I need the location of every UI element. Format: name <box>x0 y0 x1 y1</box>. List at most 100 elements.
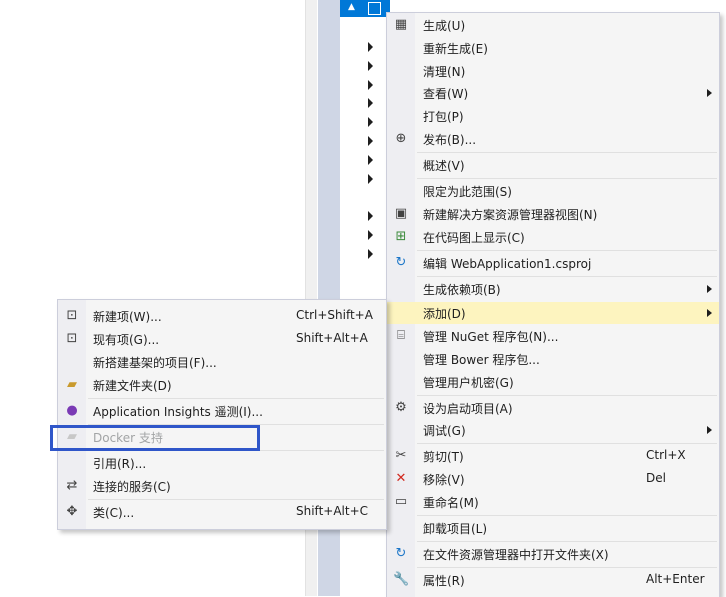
web-project-icon <box>368 2 381 15</box>
rename-icon: ▭ <box>394 494 408 509</box>
menu-item-label: 引用(R)... <box>93 457 147 471</box>
menu-separator <box>417 276 717 277</box>
submenu-item-new-scaffolded-item[interactable]: 新搭建基架的项目(F)... <box>58 351 386 373</box>
menu-item-add[interactable]: 添加(D) <box>387 302 719 324</box>
tree-collapse-arrow-icon[interactable]: ▲ <box>348 2 355 12</box>
tree-expander-icon[interactable] <box>368 174 376 184</box>
tree-expander-icon[interactable] <box>368 80 376 90</box>
menu-item-label: 在文件资源管理器中打开文件夹(X) <box>423 548 609 562</box>
menu-item-cut[interactable]: ✂ 剪切(T) Ctrl+X <box>387 445 719 467</box>
menu-item-label: 管理 Bower 程序包... <box>423 353 540 367</box>
menu-item-label: 新建解决方案资源管理器视图(N) <box>423 208 598 222</box>
menu-separator <box>88 398 384 399</box>
annotation-highlight-box <box>50 425 260 451</box>
tree-expander-icon[interactable] <box>368 211 376 221</box>
menu-item-label: 重新生成(E) <box>423 42 488 56</box>
submenu-arrow-icon <box>707 426 712 434</box>
menu-item-label: 编辑 WebApplication1.csproj <box>423 257 592 271</box>
menu-item-remove[interactable]: ✕ 移除(V) Del <box>387 468 719 490</box>
insights-bulb-icon: ● <box>66 403 78 418</box>
submenu-arrow-icon <box>707 285 712 293</box>
menu-item-label: 管理 NuGet 程序包(N)... <box>423 330 559 344</box>
menu-item-build[interactable]: ▦ 生成(U) <box>387 14 719 36</box>
menu-separator <box>417 515 717 516</box>
tree-expander-icon[interactable] <box>368 249 376 259</box>
menu-item-label: 生成(U) <box>423 19 466 33</box>
menu-item-properties[interactable]: 🔧 属性(R) Alt+Enter <box>387 569 719 591</box>
menu-item-label: 现有项(G)... <box>93 333 160 347</box>
menu-item-build-dependencies[interactable]: 生成依赖项(B) <box>387 278 719 300</box>
menu-item-open-in-explorer[interactable]: ↻ 在文件资源管理器中打开文件夹(X) <box>387 543 719 565</box>
menu-item-view[interactable]: 查看(W) <box>387 82 719 104</box>
menu-separator <box>417 152 717 153</box>
menu-item-pack[interactable]: 打包(P) <box>387 105 719 127</box>
class-icon: ✥ <box>66 504 78 519</box>
tree-expander-icon[interactable] <box>368 98 376 108</box>
menu-item-label: 移除(V) <box>423 473 465 487</box>
menu-item-unload-project[interactable]: 卸载项目(L) <box>387 517 719 539</box>
menu-item-label: 新建项(W)... <box>93 310 162 324</box>
menu-item-label: 生成依赖项(B) <box>423 283 501 297</box>
code-map-icon: ⊞ <box>395 229 407 244</box>
menu-item-clean[interactable]: 清理(N) <box>387 60 719 82</box>
menu-item-debug[interactable]: 调试(G) <box>387 419 719 441</box>
gear-icon: ⚙ <box>395 400 407 415</box>
connected-service-icon: ⇄ <box>66 478 78 493</box>
menu-item-manage-user-secrets[interactable]: 管理用户机密(G) <box>387 371 719 393</box>
submenu-arrow-icon <box>707 89 712 97</box>
tree-item-webapplication1[interactable]: ▲ <box>340 0 390 17</box>
tree-expander-icon[interactable] <box>368 155 376 165</box>
submenu-item-new-folder[interactable]: ▰ 新建文件夹(D) <box>58 374 386 396</box>
menu-item-label: 发布(B)... <box>423 133 477 147</box>
refresh-edit-icon: ↻ <box>395 255 407 270</box>
menu-item-label: 新建文件夹(D) <box>93 379 172 393</box>
menu-item-label: 在代码图上显示(C) <box>423 231 525 245</box>
menu-separator <box>417 250 717 251</box>
submenu-item-connected-service[interactable]: ⇄ 连接的服务(C) <box>58 475 386 497</box>
menu-separator <box>417 395 717 396</box>
menu-item-label: 添加(D) <box>423 307 466 321</box>
menu-item-label: 新搭建基架的项目(F)... <box>93 356 217 370</box>
menu-item-label: 重命名(M) <box>423 496 479 510</box>
menu-item-shortcut: Shift+Alt+A <box>296 331 368 345</box>
menu-item-manage-bower[interactable]: 管理 Bower 程序包... <box>387 348 719 370</box>
menu-item-label: 限定为此范围(S) <box>423 185 512 199</box>
tree-expander-icon[interactable] <box>368 61 376 71</box>
menu-separator <box>417 567 717 568</box>
new-folder-icon: ▰ <box>67 377 77 392</box>
menu-item-label: 剪切(T) <box>423 450 464 464</box>
menu-item-label: 管理用户机密(G) <box>423 376 514 390</box>
menu-item-rename[interactable]: ▭ 重命名(M) <box>387 491 719 513</box>
remove-x-icon: ✕ <box>395 471 407 486</box>
menu-item-publish[interactable]: ⊕ 发布(B)... <box>387 128 719 150</box>
tree-expander-icon[interactable] <box>368 117 376 127</box>
menu-separator <box>417 541 717 542</box>
submenu-item-new-item[interactable]: ⊡ 新建项(W)... Ctrl+Shift+A <box>58 305 386 327</box>
tree-expander-icon[interactable] <box>368 136 376 146</box>
publish-globe-icon: ⊕ <box>395 131 407 146</box>
menu-item-overview[interactable]: 概述(V) <box>387 154 719 176</box>
menu-item-label: 连接的服务(C) <box>93 480 171 494</box>
menu-item-new-explorer-view[interactable]: ▣ 新建解决方案资源管理器视图(N) <box>387 203 719 225</box>
submenu-item-application-insights[interactable]: ● Application Insights 遥测(I)... <box>58 400 386 422</box>
menu-item-rebuild[interactable]: 重新生成(E) <box>387 37 719 59</box>
menu-item-manage-nuget[interactable]: ⌸ 管理 NuGet 程序包(N)... <box>387 325 719 347</box>
submenu-arrow-icon <box>707 309 712 317</box>
menu-separator <box>417 443 717 444</box>
menu-item-edit-csproj[interactable]: ↻ 编辑 WebApplication1.csproj <box>387 252 719 274</box>
new-view-icon: ▣ <box>394 206 408 221</box>
menu-item-label: 属性(R) <box>423 574 465 588</box>
menu-item-show-on-code-map[interactable]: ⊞ 在代码图上显示(C) <box>387 226 719 248</box>
submenu-item-reference[interactable]: 引用(R)... <box>58 452 386 474</box>
nuget-icon: ⌸ <box>397 328 405 343</box>
menu-item-label: 设为启动项目(A) <box>423 402 513 416</box>
tree-expander-icon[interactable] <box>368 230 376 240</box>
menu-item-scope-to-this[interactable]: 限定为此范围(S) <box>387 180 719 202</box>
menu-item-set-startup[interactable]: ⚙ 设为启动项目(A) <box>387 397 719 419</box>
submenu-item-class[interactable]: ✥ 类(C)... Shift+Alt+C <box>58 501 386 523</box>
build-icon: ▦ <box>394 17 408 32</box>
submenu-item-existing-item[interactable]: ⊡ 现有项(G)... Shift+Alt+A <box>58 328 386 350</box>
tree-expander-icon[interactable] <box>368 42 376 52</box>
project-context-menu: ▦ 生成(U) 重新生成(E) 清理(N) 查看(W) 打包(P) ⊕ 发布(B… <box>386 12 720 597</box>
menu-item-label: 卸载项目(L) <box>423 522 488 536</box>
